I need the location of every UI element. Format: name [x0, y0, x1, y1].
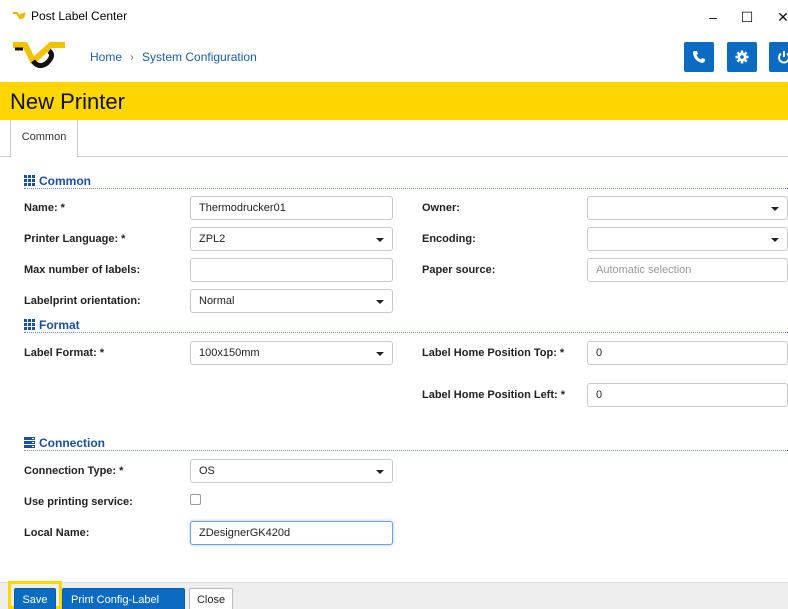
paper-source-input[interactable]: Automatic selection — [587, 258, 788, 282]
name-label: Name: * — [24, 202, 65, 214]
window-titlebar: Post Label Center – ☐ ✕ — [0, 0, 788, 34]
minimize-button[interactable]: – — [702, 6, 724, 28]
page-title-bar: New Printer — [0, 82, 788, 120]
print-config-label-text: Print Config-Label — [71, 594, 160, 606]
section-common-title: Common — [39, 174, 91, 188]
orientation-label: Labelprint orientation: — [24, 295, 141, 307]
section-format-title: Format — [39, 318, 80, 332]
printing-service-checkbox[interactable] — [190, 494, 201, 505]
encoding-label: Encoding: — [422, 233, 476, 245]
page-title: New Printer — [10, 89, 125, 114]
owner-select[interactable] — [587, 196, 788, 220]
section-connection-header: Connection — [24, 436, 788, 451]
settings-button[interactable] — [727, 42, 757, 72]
connection-type-value: OS — [199, 465, 215, 477]
chevron-down-icon — [376, 300, 384, 304]
max-labels-label: Max number of labels: — [24, 264, 141, 276]
orientation-value: Normal — [199, 295, 235, 307]
connection-type-select[interactable]: OS — [190, 459, 393, 483]
grid-icon — [24, 175, 35, 189]
section-format-header: Format — [24, 318, 788, 333]
local-name-input[interactable]: ZDesignerGK420d — [190, 521, 393, 545]
chevron-down-icon — [376, 470, 384, 474]
breadcrumb-current[interactable]: System Configuration — [142, 50, 257, 64]
label-format-select[interactable]: 100x150mm — [190, 341, 393, 365]
post-logo-icon — [11, 41, 67, 74]
home-left-input[interactable]: 0 — [587, 383, 788, 407]
tab-common[interactable]: Common — [10, 120, 78, 158]
max-labels-input[interactable] — [190, 258, 393, 282]
server-icon — [24, 437, 35, 451]
tab-bar: Common — [0, 120, 788, 158]
window-title: Post Label Center — [31, 9, 128, 23]
home-top-label: Label Home Position Top: * — [422, 347, 565, 359]
print-config-label-button[interactable]: Print Config-Label — [62, 588, 185, 609]
close-button[interactable]: Close — [189, 588, 233, 609]
paper-source-label: Paper source: — [422, 264, 496, 276]
encoding-select[interactable] — [587, 227, 788, 251]
close-window-button[interactable]: ✕ — [772, 6, 788, 28]
post-horn-icon — [12, 10, 26, 24]
home-top-input[interactable]: 0 — [587, 341, 788, 365]
breadcrumb-separator: › — [130, 50, 135, 64]
printer-language-select[interactable]: ZPL2 — [190, 227, 393, 251]
printing-service-label: Use printing service: — [24, 496, 133, 508]
chevron-down-icon — [376, 352, 384, 356]
chevron-down-icon — [376, 238, 384, 242]
connection-type-label: Connection Type: * — [24, 465, 124, 477]
orientation-select[interactable]: Normal — [190, 289, 393, 313]
printer-language-label: Printer Language: * — [24, 233, 126, 245]
phone-button[interactable] — [684, 42, 714, 72]
app-header: Home › System Configuration — [0, 34, 788, 82]
chevron-down-icon — [771, 207, 779, 211]
local-name-label: Local Name: — [24, 527, 90, 539]
save-button[interactable]: Save — [14, 588, 56, 609]
home-left-label: Label Home Position Left: * — [422, 389, 566, 401]
grid-icon — [24, 319, 35, 333]
name-input[interactable]: Thermodrucker01 — [190, 196, 393, 220]
maximize-button[interactable]: ☐ — [736, 6, 758, 28]
breadcrumb: Home › System Configuration — [90, 50, 257, 64]
breadcrumb-home[interactable]: Home — [90, 50, 122, 64]
owner-label: Owner: — [422, 202, 460, 214]
chevron-down-icon — [771, 238, 779, 242]
label-format-label: Label Format: * — [24, 347, 105, 359]
power-button[interactable] — [769, 42, 788, 72]
section-connection-title: Connection — [39, 436, 105, 450]
section-common-header: Common — [24, 174, 788, 189]
printer-language-value: ZPL2 — [199, 233, 226, 245]
label-format-value: 100x150mm — [199, 347, 260, 359]
